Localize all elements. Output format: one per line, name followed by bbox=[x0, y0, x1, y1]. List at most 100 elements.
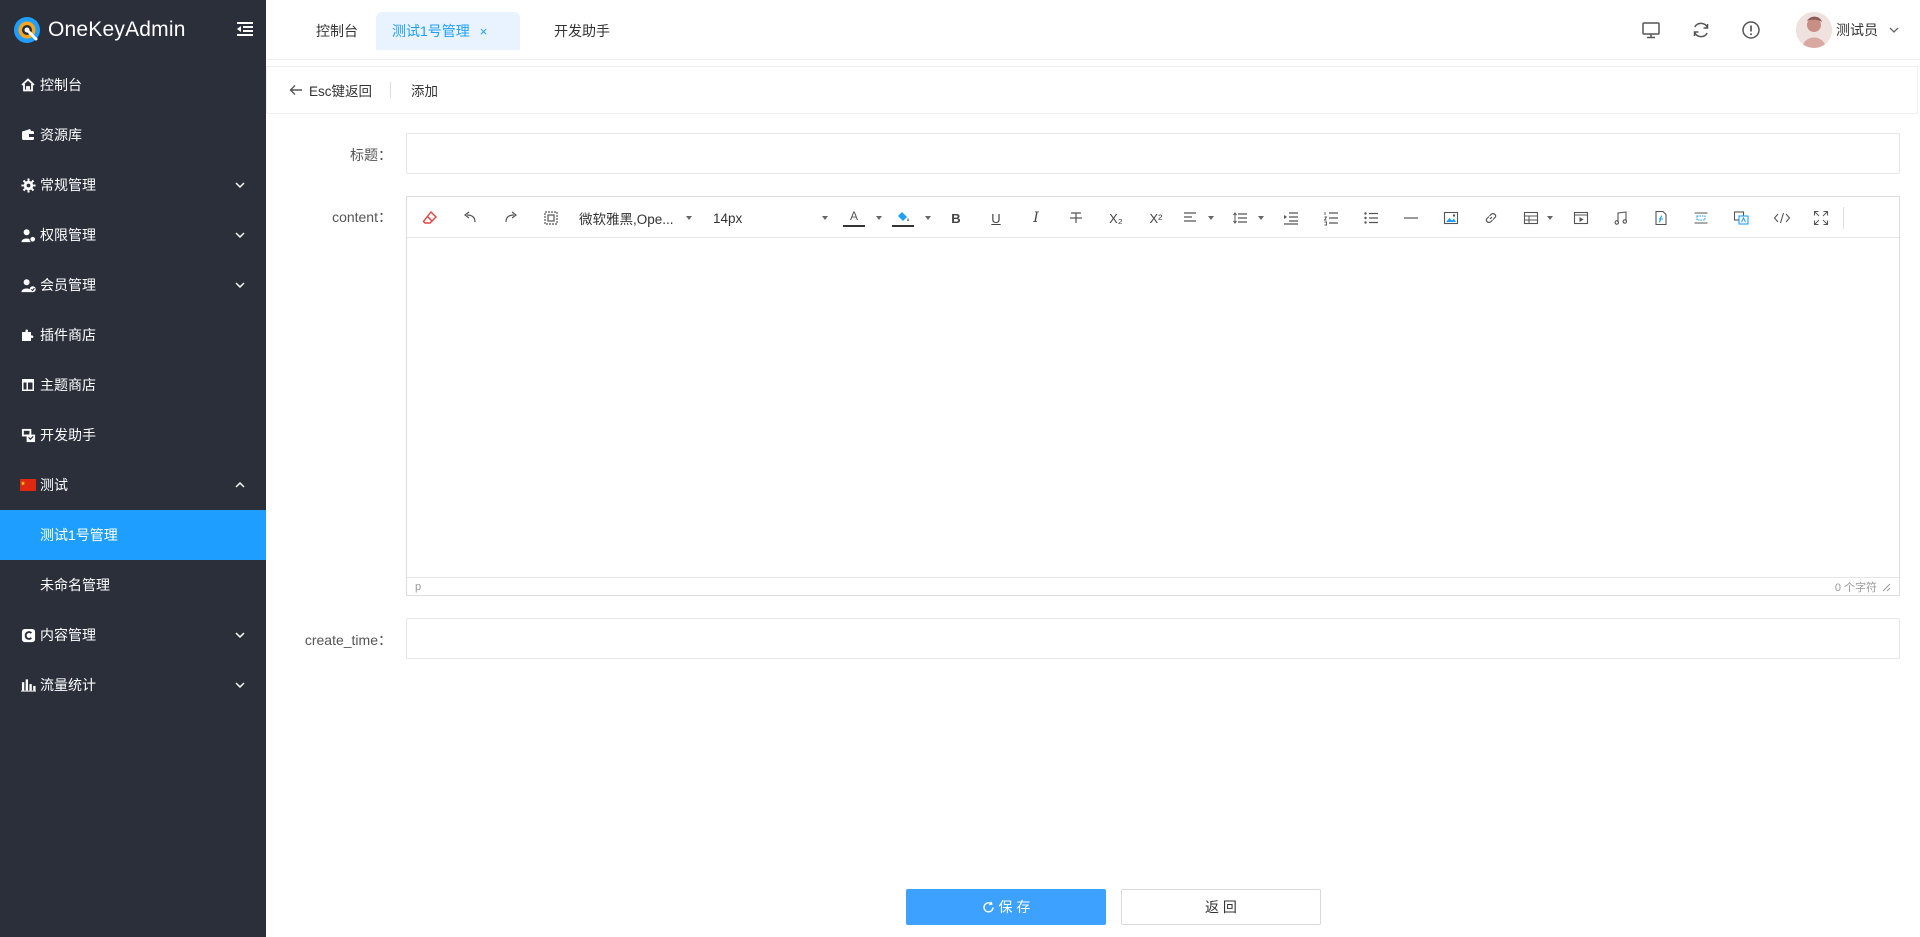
arrow-left-icon bbox=[289, 85, 302, 95]
save-button[interactable]: 保 存 bbox=[906, 889, 1106, 925]
sidebar-item-general[interactable]: 常规管理 bbox=[0, 160, 266, 210]
tab-test1-management[interactable]: 测试1号管理 × bbox=[376, 12, 520, 50]
italic-button[interactable]: I bbox=[1027, 209, 1045, 227]
editor-body[interactable] bbox=[407, 238, 1899, 577]
sidebar-item-test1-management[interactable]: 测试1号管理 bbox=[0, 510, 266, 560]
clear-format-icon[interactable] bbox=[421, 209, 439, 227]
bold-button[interactable]: B bbox=[947, 209, 965, 227]
title-input[interactable] bbox=[406, 133, 1900, 174]
tab-label: 开发助手 bbox=[554, 23, 610, 39]
back-link[interactable]: Esc键返回 bbox=[267, 80, 372, 100]
bar-chart-icon bbox=[20, 677, 36, 693]
divider bbox=[390, 82, 392, 98]
back-button[interactable]: 返 回 bbox=[1121, 889, 1321, 925]
background-color-button[interactable] bbox=[892, 209, 914, 227]
font-size-select[interactable]: 14px bbox=[713, 209, 833, 227]
sidebar-item-plugin-store[interactable]: 插件商店 bbox=[0, 310, 266, 360]
background-color-dropdown[interactable] bbox=[924, 209, 932, 227]
align-icon[interactable] bbox=[1181, 209, 1199, 227]
sidebar-item-label: 插件商店 bbox=[40, 327, 96, 343]
sidebar-item-label: 控制台 bbox=[40, 77, 82, 93]
copyright-icon bbox=[20, 627, 36, 643]
file-icon[interactable] bbox=[1652, 209, 1670, 227]
resize-handle-icon[interactable] bbox=[1881, 582, 1891, 592]
editor-status-bar: p 0 个字符 bbox=[407, 577, 1899, 595]
layout-icon bbox=[20, 377, 36, 393]
line-height-dropdown[interactable] bbox=[1257, 209, 1265, 227]
font-family-value: 微软雅黑,Ope... bbox=[579, 212, 674, 227]
puzzle-icon bbox=[20, 327, 36, 343]
sidebar-item-label: 资源库 bbox=[40, 127, 82, 143]
tab-dev-assistant[interactable]: 开发助手 bbox=[538, 12, 626, 50]
superscript-button[interactable]: X² bbox=[1145, 209, 1167, 227]
sidebar-item-theme-store[interactable]: 主题商店 bbox=[0, 360, 266, 410]
home-icon bbox=[20, 77, 36, 93]
caret-down-icon bbox=[925, 216, 931, 220]
user-menu[interactable]: 测试员 bbox=[1796, 12, 1900, 48]
undo-icon[interactable] bbox=[461, 209, 479, 227]
sidebar-item-console[interactable]: 控制台 bbox=[0, 60, 266, 110]
tab-console[interactable]: 控制台 bbox=[300, 12, 374, 50]
caret-down-icon bbox=[1258, 216, 1264, 220]
image-icon[interactable] bbox=[1442, 209, 1460, 227]
caret-down-icon bbox=[822, 216, 829, 220]
text-color-button[interactable]: A bbox=[843, 209, 865, 227]
info-icon[interactable] bbox=[1740, 19, 1762, 41]
editor-toolbar: 微软雅黑,Ope... 14px A B U I X₂ X² bbox=[407, 197, 1899, 238]
page-header: Esc键返回 添加 bbox=[266, 66, 1918, 114]
chevron-up-icon bbox=[235, 481, 245, 488]
font-family-select[interactable]: 微软雅黑,Ope... bbox=[579, 209, 699, 227]
background-color-swatch bbox=[892, 224, 914, 227]
user-check-icon bbox=[20, 277, 36, 293]
horizontal-rule-icon[interactable] bbox=[1402, 209, 1420, 227]
video-icon[interactable] bbox=[1572, 209, 1590, 227]
refresh-icon bbox=[982, 901, 994, 913]
table-dropdown[interactable] bbox=[1546, 209, 1554, 227]
paint-bucket-icon bbox=[898, 211, 909, 221]
sidebar-item-resources[interactable]: 资源库 bbox=[0, 110, 266, 160]
caret-down-icon bbox=[685, 216, 692, 220]
sidebar-item-traffic-stats[interactable]: 流量统计 bbox=[0, 660, 266, 710]
strikethrough-icon[interactable] bbox=[1067, 209, 1085, 227]
table-icon[interactable] bbox=[1522, 209, 1540, 227]
text-color-dropdown[interactable] bbox=[875, 209, 883, 227]
user-shield-icon bbox=[20, 227, 36, 243]
create-time-input[interactable] bbox=[406, 618, 1900, 659]
sidebar-item-dev-assistant[interactable]: 开发助手 bbox=[0, 410, 266, 460]
select-all-icon[interactable] bbox=[542, 209, 560, 227]
insert-block-icon[interactable] bbox=[1692, 209, 1710, 227]
monitor-icon[interactable] bbox=[1640, 19, 1662, 41]
align-dropdown[interactable] bbox=[1207, 209, 1215, 227]
sidebar-item-unnamed-management[interactable]: 未命名管理 bbox=[0, 560, 266, 610]
sidebar-item-permissions[interactable]: 权限管理 bbox=[0, 210, 266, 260]
text-color-glyph: A bbox=[849, 208, 858, 223]
page-title: 添加 bbox=[411, 84, 439, 99]
underline-button[interactable]: U bbox=[987, 209, 1005, 227]
translate-icon[interactable] bbox=[1732, 209, 1750, 227]
brand-name: OneKeyAdmin bbox=[48, 18, 186, 41]
close-icon[interactable]: × bbox=[480, 24, 488, 39]
text-color-swatch bbox=[843, 224, 865, 227]
element-path: p bbox=[415, 580, 422, 593]
flag-cn-icon bbox=[20, 477, 36, 493]
ordered-list-icon[interactable] bbox=[1322, 209, 1340, 227]
sidebar-item-members[interactable]: 会员管理 bbox=[0, 260, 266, 310]
sidebar-item-content[interactable]: 内容管理 bbox=[0, 610, 266, 660]
code-icon[interactable] bbox=[1772, 209, 1792, 227]
topbar: 控制台 测试1号管理 × 开发助手 测试员 bbox=[266, 0, 1920, 60]
sidebar-item-label: 测试 bbox=[40, 477, 68, 493]
caret-down-icon bbox=[1547, 216, 1553, 220]
link-icon[interactable] bbox=[1482, 209, 1500, 227]
back-label: Esc键返回 bbox=[309, 84, 373, 99]
refresh-icon[interactable] bbox=[1690, 19, 1712, 41]
redo-icon[interactable] bbox=[502, 209, 520, 227]
collapse-menu-icon[interactable] bbox=[234, 18, 256, 40]
subscript-button[interactable]: X₂ bbox=[1105, 209, 1127, 227]
audio-icon[interactable] bbox=[1612, 209, 1630, 227]
indent-icon[interactable] bbox=[1282, 209, 1300, 227]
bullet-list-icon[interactable] bbox=[1362, 209, 1380, 227]
sidebar-item-test[interactable]: 测试 bbox=[0, 460, 266, 510]
line-height-icon[interactable] bbox=[1231, 209, 1249, 227]
content-label: content： bbox=[332, 209, 392, 225]
fullscreen-icon[interactable] bbox=[1812, 209, 1830, 227]
